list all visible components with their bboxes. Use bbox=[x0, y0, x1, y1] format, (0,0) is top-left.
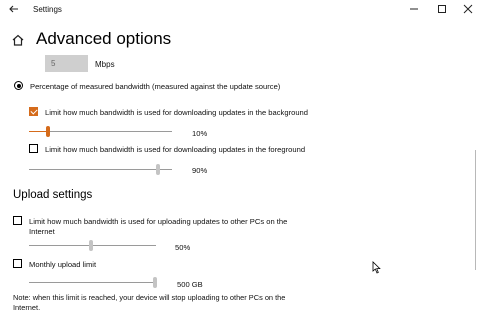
back-arrow-icon[interactable] bbox=[8, 3, 20, 15]
upload-note-line2: Internet. bbox=[13, 303, 41, 312]
monthly-slider-thumb[interactable] bbox=[153, 277, 157, 288]
background-limit-label: Limit how much bandwidth is used for dow… bbox=[45, 108, 308, 117]
background-value-label: 10% bbox=[192, 129, 208, 138]
window-title: Settings bbox=[33, 5, 62, 14]
mouse-cursor-icon bbox=[372, 261, 381, 274]
foreground-value-label: 90% bbox=[192, 166, 208, 175]
upload-other-pcs-checkbox[interactable] bbox=[13, 216, 22, 225]
upload-other-pcs-label-line1: Limit how much bandwidth is used for upl… bbox=[29, 217, 288, 226]
background-limit-checkbox[interactable] bbox=[29, 107, 38, 116]
foreground-slider-track bbox=[29, 169, 172, 170]
upload-value-label: 50% bbox=[175, 243, 191, 252]
monthly-upload-checkbox[interactable] bbox=[13, 259, 22, 268]
foreground-limit-label: Limit how much bandwidth is used for dow… bbox=[45, 145, 306, 154]
background-slider-thumb[interactable] bbox=[46, 126, 50, 137]
minimize-icon[interactable] bbox=[406, 2, 422, 16]
close-icon[interactable] bbox=[460, 2, 476, 16]
mbps-input[interactable] bbox=[45, 55, 88, 72]
monthly-upload-label: Monthly upload limit bbox=[29, 260, 97, 269]
radio-selected-dot bbox=[16, 83, 21, 88]
upload-settings-title: Upload settings bbox=[13, 189, 93, 201]
home-icon[interactable] bbox=[11, 33, 25, 47]
upload-other-pcs-label-line2: Internet bbox=[29, 227, 55, 236]
percentage-bandwidth-radio[interactable] bbox=[14, 81, 23, 90]
page-title: Advanced options bbox=[36, 29, 172, 48]
monthly-slider-track bbox=[29, 282, 156, 283]
background-slider-track bbox=[49, 131, 172, 132]
foreground-slider-thumb[interactable] bbox=[156, 164, 160, 175]
upload-note-line1: Note: when this limit is reached, your d… bbox=[13, 293, 286, 302]
maximize-icon[interactable] bbox=[434, 2, 450, 16]
foreground-limit-checkbox[interactable] bbox=[29, 144, 38, 153]
mbps-unit-label: Mbps bbox=[95, 60, 115, 69]
percentage-option-label: Percentage of measured bandwidth (measur… bbox=[30, 82, 281, 91]
title-bar: Settings bbox=[0, 0, 480, 20]
monthly-value-label: 500 GB bbox=[177, 280, 203, 289]
upload-slider-thumb[interactable] bbox=[89, 240, 93, 251]
scrollbar[interactable] bbox=[475, 150, 476, 270]
